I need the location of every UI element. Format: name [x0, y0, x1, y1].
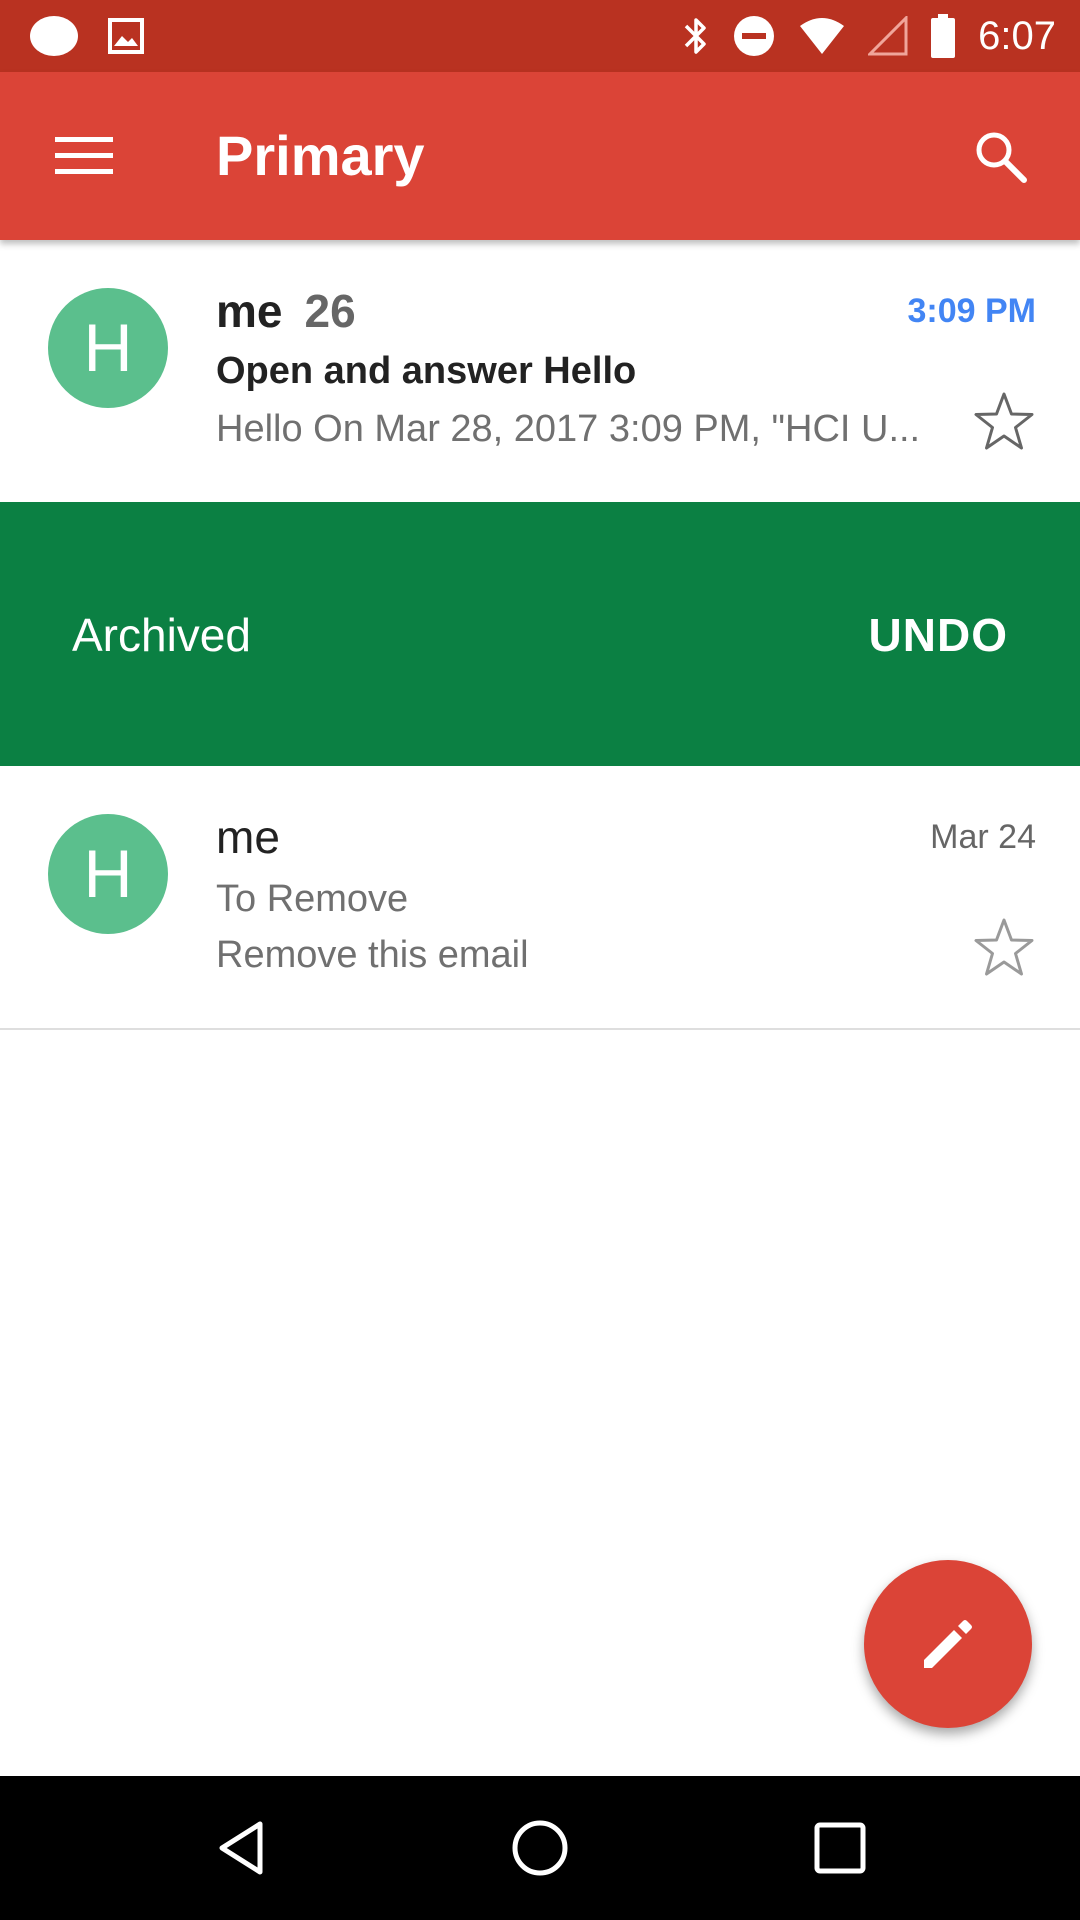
battery-icon: [931, 14, 956, 58]
email-row[interactable]: H me Mar 24 To Remove Remove this email: [0, 766, 1080, 1030]
avatar[interactable]: H: [48, 288, 168, 408]
email-subject: To Remove: [216, 878, 409, 920]
wifi-icon: [800, 18, 845, 54]
page-title: Primary: [216, 124, 425, 187]
snackbar: Archived UNDO: [0, 502, 1080, 766]
star-icon[interactable]: [972, 916, 1036, 980]
sender-name: me: [216, 285, 283, 337]
home-icon: [512, 1820, 568, 1876]
recents-button[interactable]: [804, 1812, 876, 1884]
cell-signal-icon: [868, 16, 908, 56]
thread-count: 26: [304, 285, 356, 337]
menu-button[interactable]: [40, 116, 128, 196]
email-snippet: Hello On Mar 28, 2017 3:09 PM, "HCI U...: [216, 408, 921, 450]
search-button[interactable]: [956, 116, 1044, 196]
do-not-disturb-icon: [734, 16, 775, 56]
sender-name: me: [216, 811, 280, 863]
navigation-bar: [0, 1776, 1080, 1920]
recents-icon: [814, 1822, 866, 1874]
back-icon: [219, 1821, 263, 1875]
notification-bubble-icon: [30, 16, 78, 56]
status-bar-system: 6:07: [682, 12, 1056, 60]
email-time: 3:09 PM: [907, 292, 1037, 330]
app-bar: Primary: [0, 72, 1080, 240]
email-snippet: Remove this email: [216, 934, 529, 976]
menu-icon: [55, 137, 113, 174]
sender-line: me 26: [216, 284, 356, 338]
email-subject: Open and answer Hello: [216, 350, 637, 392]
home-button[interactable]: [504, 1812, 576, 1884]
pencil-icon: [924, 1620, 972, 1668]
status-bar-notifications: [28, 14, 144, 58]
search-icon: [976, 132, 1027, 183]
back-button[interactable]: [206, 1812, 278, 1884]
bluetooth-icon: [684, 18, 706, 54]
status-bar: 6:07: [0, 0, 1080, 72]
star-icon[interactable]: [972, 390, 1036, 454]
email-row[interactable]: H me 26 3:09 PM Open and answer Hello Hel…: [0, 240, 1080, 502]
avatar[interactable]: H: [48, 814, 168, 934]
undo-button[interactable]: UNDO: [869, 608, 1008, 662]
image-notification-icon: [108, 18, 144, 54]
status-time: 6:07: [978, 13, 1056, 58]
snackbar-message: Archived: [72, 609, 251, 661]
email-time: Mar 24: [930, 818, 1036, 856]
compose-button[interactable]: [864, 1560, 1032, 1728]
